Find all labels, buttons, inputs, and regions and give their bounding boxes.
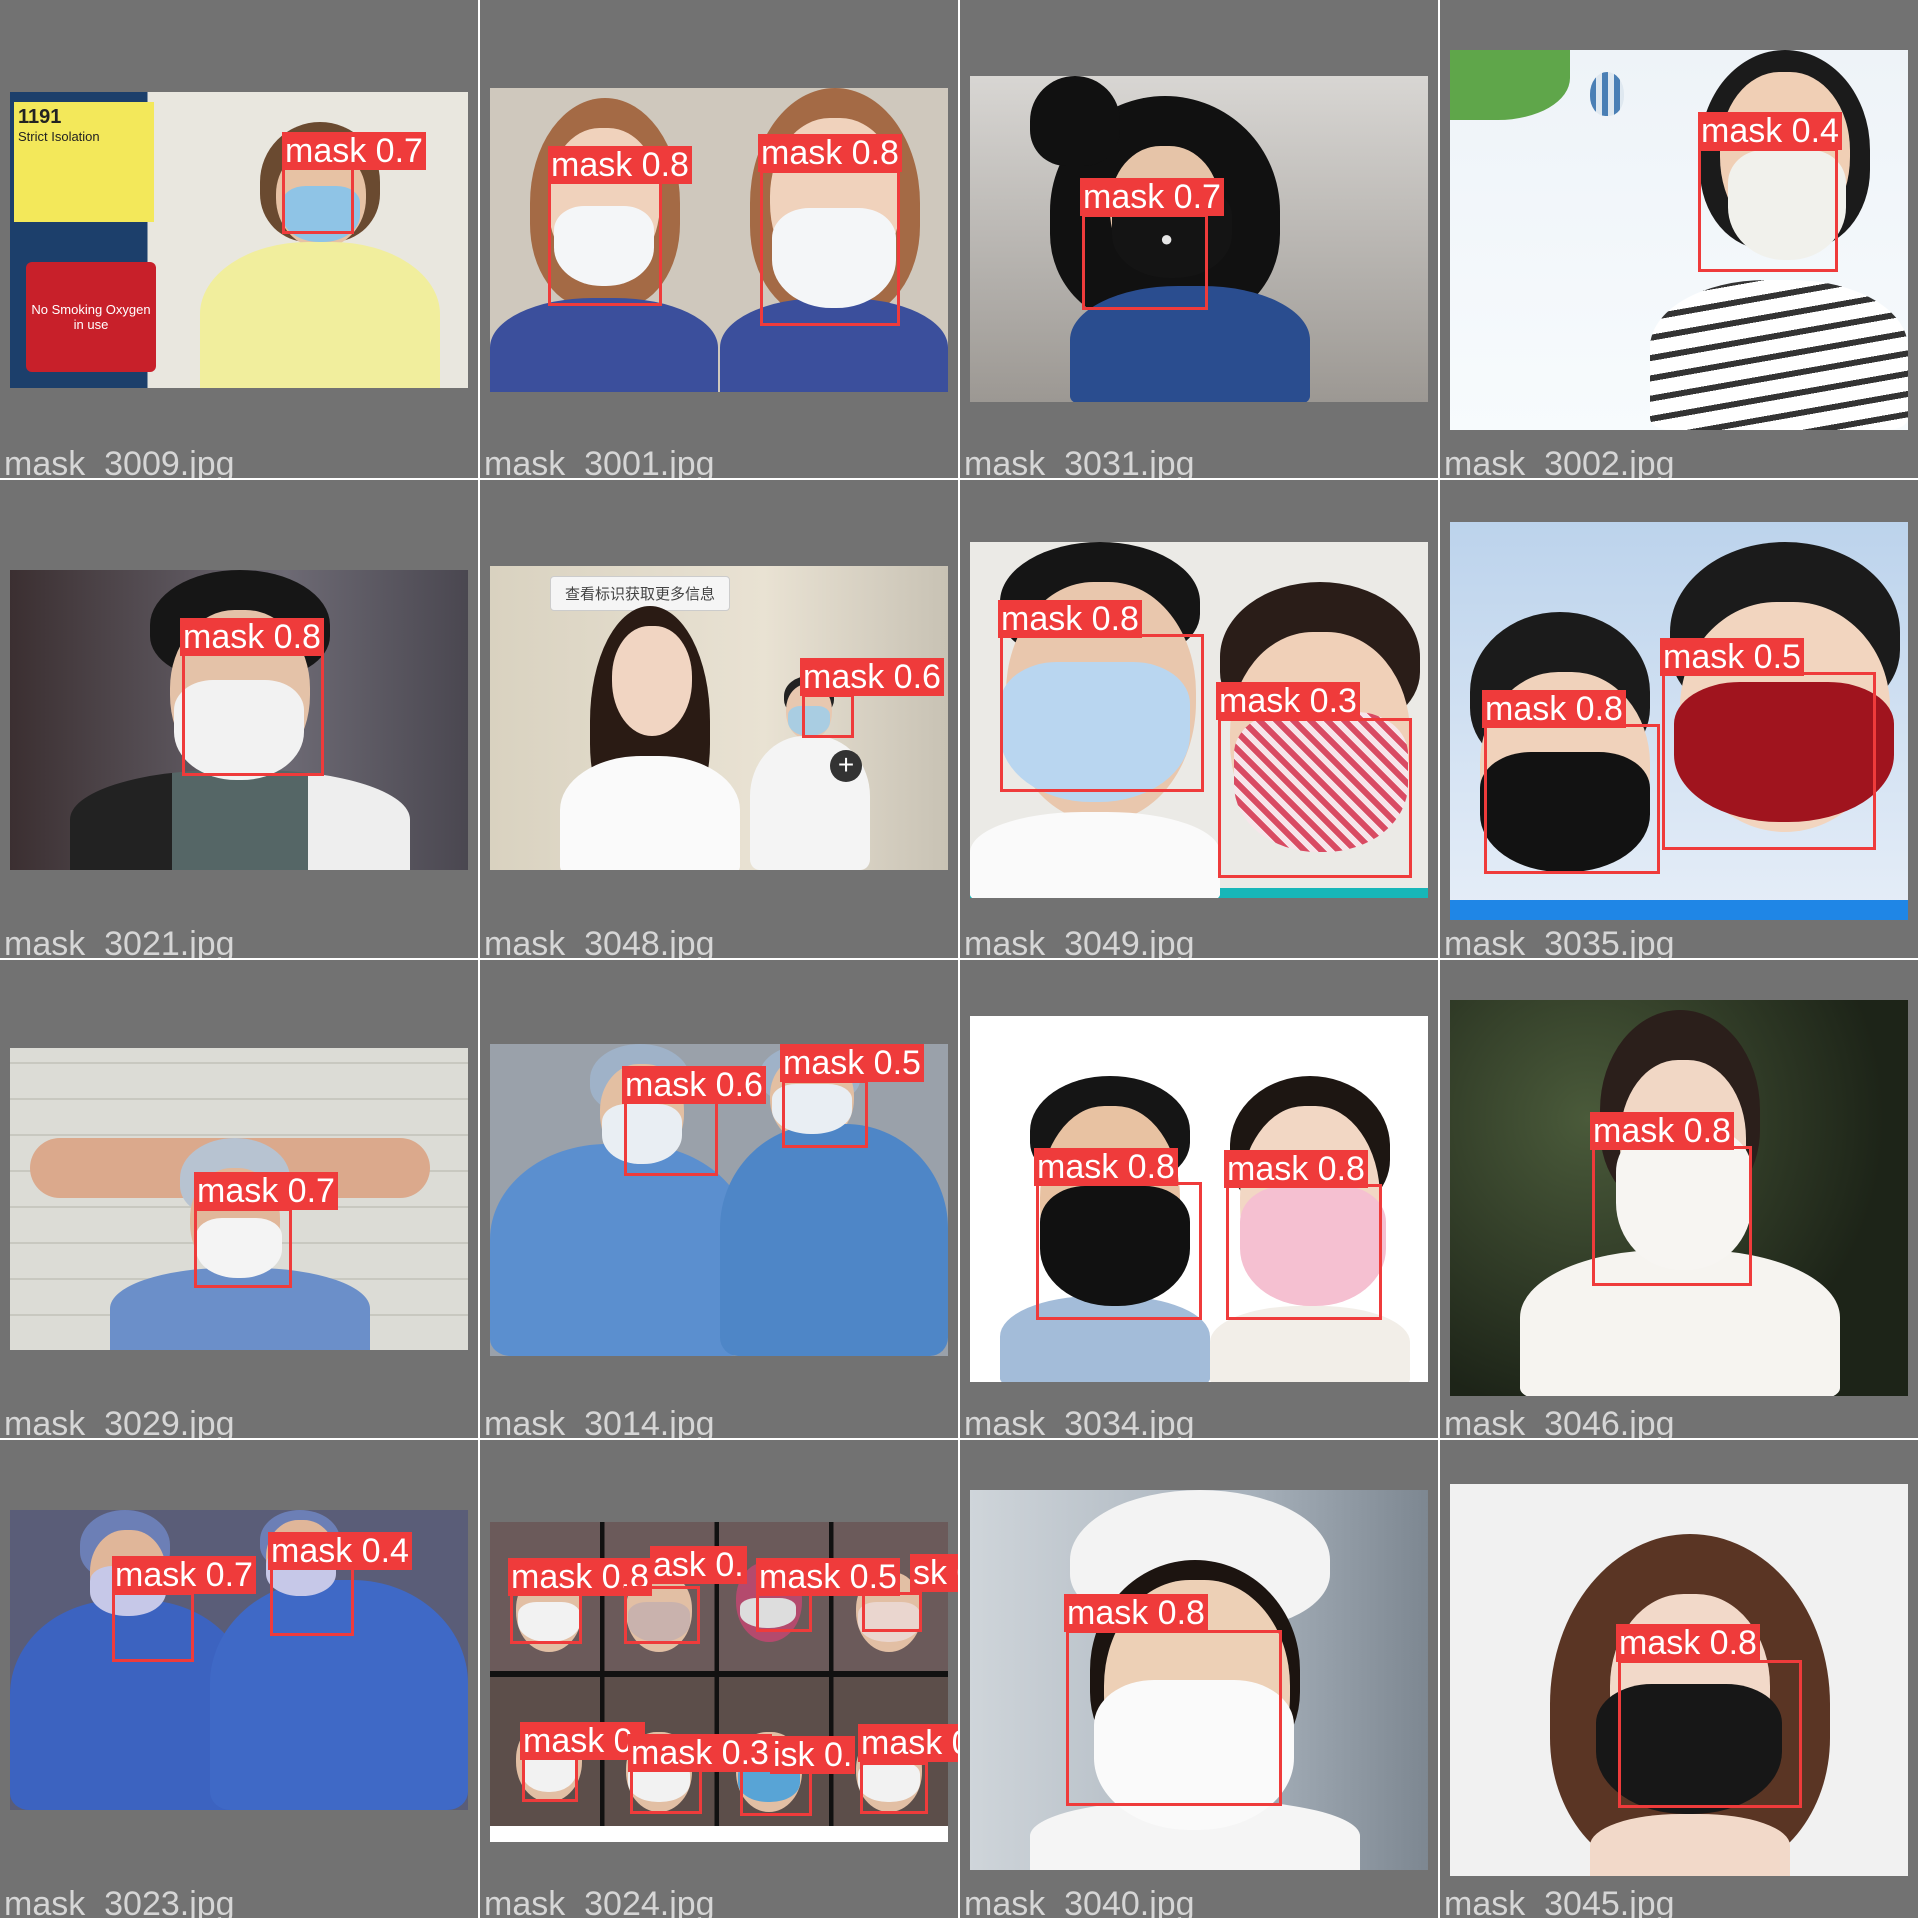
detection-label: mask 0. <box>520 1722 646 1760</box>
bounding-box <box>510 1592 582 1644</box>
result-tile[interactable]: mask 0.7 mask_3029.jpg <box>0 960 480 1440</box>
detection-label: mask 0.6 <box>622 1066 766 1104</box>
detection-results-grid: 1191 Strict Isolation No Smoking Oxygen … <box>0 0 1920 1920</box>
result-tile[interactable]: ● mask 0.7 mask_3031.jpg <box>960 0 1440 480</box>
bounding-box <box>1226 1184 1382 1320</box>
detection-label: ask 0. <box>650 1546 747 1584</box>
bounding-box <box>1662 672 1876 850</box>
image-filename: mask_3031.jpg <box>964 445 1195 480</box>
bounding-box <box>624 1100 718 1176</box>
bounding-box <box>740 1768 812 1816</box>
no-smoking-sign: No Smoking Oxygen in use <box>26 262 156 372</box>
bounding-box <box>1036 1182 1202 1320</box>
bounding-box <box>522 1756 578 1802</box>
image-filename: mask_3024.jpg <box>484 1885 715 1920</box>
image-filename: mask_3002.jpg <box>1444 445 1675 480</box>
detection-label: mask 0.8 <box>1064 1594 1208 1632</box>
bounding-box <box>756 1592 812 1632</box>
person <box>560 606 740 870</box>
image-filename: mask_3014.jpg <box>484 1405 715 1440</box>
detection-label: mask 0.7 <box>858 1724 958 1762</box>
bounding-box <box>1592 1146 1752 1286</box>
bounding-box <box>548 178 662 306</box>
bounding-box <box>624 1586 700 1644</box>
result-tile[interactable]: mask 0.8 mask 0.3 mask_3049.jpg <box>960 480 1440 960</box>
bounding-box <box>1618 1660 1802 1808</box>
image-filename: mask_3045.jpg <box>1444 1885 1675 1920</box>
bounding-box <box>1082 214 1208 310</box>
bounding-box <box>182 652 324 776</box>
bounding-box <box>862 1592 922 1632</box>
bounding-box <box>760 170 900 326</box>
detection-label: mask 0.8 <box>1224 1150 1368 1188</box>
bounding-box <box>1218 718 1412 878</box>
result-tile[interactable]: mask 0.6 mask 0.5 mask_3014.jpg <box>480 960 960 1440</box>
image-filename: mask_3035.jpg <box>1444 925 1675 960</box>
bounding-box <box>782 1080 868 1148</box>
result-tile[interactable]: mask 0.8 mask 0.8 mask_3001.jpg <box>480 0 960 480</box>
image-filename: mask_3029.jpg <box>4 1405 235 1440</box>
detection-label: mask 0.4 <box>268 1532 412 1570</box>
result-tile[interactable]: mask 0.8 mask_3040.jpg <box>960 1440 1440 1920</box>
detection-label: mask 0.7 <box>194 1172 338 1210</box>
image-filename: mask_3034.jpg <box>964 1405 1195 1440</box>
detection-label: mask 0.7 <box>282 132 426 170</box>
detection-label: mask 0.8 <box>998 600 1142 638</box>
detection-label: mask 0.7 <box>1080 178 1224 216</box>
result-tile[interactable]: 查看标识获取更多信息 + mask 0.6 mask_3048.jpg <box>480 480 960 960</box>
detection-label: mask 0.8 <box>180 618 324 656</box>
image-filename: mask_3040.jpg <box>964 1885 1195 1920</box>
result-tile[interactable]: mask 0.8 ask 0. mask 0.5 sk 0.5 mask 0. … <box>480 1440 960 1920</box>
image-filename: mask_3009.jpg <box>4 445 235 480</box>
bounding-box <box>1066 1630 1282 1806</box>
detection-label: mask 0.7 <box>112 1556 256 1594</box>
image-filename: mask_3048.jpg <box>484 925 715 960</box>
result-image: 查看标识获取更多信息 + <box>490 566 948 870</box>
image-filename: mask_3021.jpg <box>4 925 235 960</box>
bounding-box <box>270 1566 354 1636</box>
detection-label: mask 0.5 <box>756 1558 900 1596</box>
detection-label: sk 0.5 <box>910 1554 958 1592</box>
image-filename: mask_3046.jpg <box>1444 1405 1675 1440</box>
detection-label: mask 0.8 <box>1482 690 1626 728</box>
bounding-box <box>860 1762 928 1814</box>
bounding-box <box>1000 634 1204 792</box>
room-number: 1191 <box>18 106 62 128</box>
detection-label: mask 0.8 <box>1590 1112 1734 1150</box>
bounding-box <box>630 1766 702 1814</box>
sign-title: Strict Isolation <box>18 129 100 144</box>
bounding-box <box>194 1208 292 1288</box>
result-tile[interactable]: 1191 Strict Isolation No Smoking Oxygen … <box>0 0 480 480</box>
bounding-box <box>282 166 354 234</box>
bounding-box <box>802 694 854 738</box>
plus-icon[interactable]: + <box>830 750 862 782</box>
bounding-box <box>112 1592 194 1662</box>
isolation-sign: 1191 Strict Isolation <box>14 102 154 222</box>
image-filename: mask_3023.jpg <box>4 1885 235 1920</box>
result-tile[interactable]: mask 0.4 mask_3002.jpg <box>1440 0 1920 480</box>
detection-label: mask 0.8 <box>1034 1148 1178 1186</box>
detection-label: mask 0.3 <box>628 1734 772 1772</box>
detection-label: mask 0.5 <box>1660 638 1804 676</box>
detection-label: isk 0. <box>770 1736 856 1774</box>
detection-label: mask 0.8 <box>758 134 902 172</box>
result-tile[interactable]: mask 0.8 mask_3045.jpg <box>1440 1440 1920 1920</box>
detection-label: mask 0.6 <box>800 658 944 696</box>
balloon-icon <box>1590 72 1624 116</box>
image-filename: mask_3049.jpg <box>964 925 1195 960</box>
detection-label: mask 0.4 <box>1698 112 1842 150</box>
bounding-box <box>1698 148 1838 272</box>
result-tile[interactable]: mask 0.8 mask_3046.jpg <box>1440 960 1920 1440</box>
result-tile[interactable]: mask 0.7 mask 0.4 mask_3023.jpg <box>0 1440 480 1920</box>
detection-label: mask 0.8 <box>548 146 692 184</box>
detection-label: mask 0.3 <box>1216 682 1360 720</box>
result-tile[interactable]: mask 0.8 mask_3021.jpg <box>0 480 480 960</box>
result-tile[interactable]: mask 0.8 mask 0.8 mask_3034.jpg <box>960 960 1440 1440</box>
image-filename: mask_3001.jpg <box>484 445 715 480</box>
detection-label: mask 0.5 <box>780 1044 924 1082</box>
detection-label: mask 0.8 <box>1616 1624 1760 1662</box>
result-image <box>1450 50 1908 430</box>
result-tile[interactable]: mask 0.8 mask 0.5 mask_3035.jpg <box>1440 480 1920 960</box>
bounding-box <box>1484 724 1660 874</box>
